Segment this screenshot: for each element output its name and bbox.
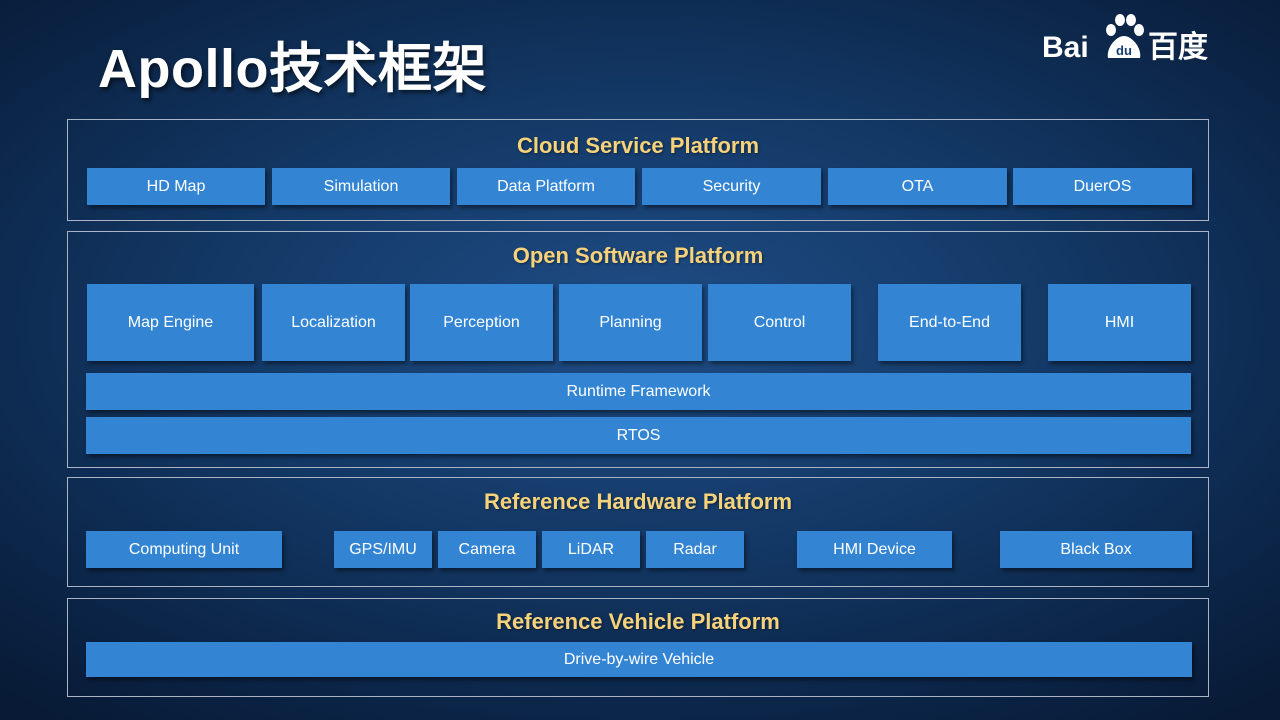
baidu-paw-icon: du <box>1106 14 1144 58</box>
cloud-item-ota: OTA <box>828 168 1007 205</box>
hardware-item-black-box: Black Box <box>1000 531 1192 568</box>
software-module-end-to-end: End-to-End <box>878 284 1021 361</box>
logo-latin-text: Bai <box>1042 31 1089 64</box>
vehicle-layer-title: Reference Vehicle Platform <box>496 609 780 634</box>
rtos-bar: RTOS <box>86 417 1191 454</box>
cloud-item-data-platform: Data Platform <box>457 168 635 205</box>
software-module-hmi: HMI <box>1048 284 1191 361</box>
cloud-item-simulation: Simulation <box>272 168 450 205</box>
cloud-layer-title: Cloud Service Platform <box>516 133 760 158</box>
hardware-item-computing-unit: Computing Unit <box>86 531 282 568</box>
hardware-item-lidar: LiDAR <box>542 531 640 568</box>
baidu-logo: Bai du 百度 <box>1042 14 1212 70</box>
hardware-layer-title: Reference Hardware Platform <box>483 489 793 514</box>
software-layer-title: Open Software Platform <box>512 243 764 268</box>
cloud-item-hd-map: HD Map <box>87 168 265 205</box>
software-module-localization: Localization <box>262 284 405 361</box>
reference-hardware-layer: Reference Hardware Platform Computing Un… <box>67 477 1209 587</box>
cloud-item-security: Security <box>642 168 821 205</box>
hardware-item-radar: Radar <box>646 531 744 568</box>
hardware-item-camera: Camera <box>438 531 536 568</box>
cloud-service-layer: Cloud Service Platform HD Map Simulation… <box>67 119 1209 221</box>
reference-vehicle-layer: Reference Vehicle Platform Drive-by-wire… <box>67 598 1209 697</box>
logo-chinese-text: 百度 <box>1148 31 1208 64</box>
hardware-item-hmi-device: HMI Device <box>797 531 952 568</box>
software-module-planning: Planning <box>559 284 702 361</box>
drive-by-wire-vehicle-bar: Drive-by-wire Vehicle <box>86 642 1192 677</box>
software-module-perception: Perception <box>410 284 553 361</box>
cloud-item-dueros: DuerOS <box>1013 168 1192 205</box>
software-module-map-engine: Map Engine <box>87 284 254 361</box>
logo-paw-text: du <box>1116 43 1132 58</box>
runtime-framework-bar: Runtime Framework <box>86 373 1191 410</box>
open-software-layer: Open Software Platform Map Engine Locali… <box>67 231 1209 468</box>
hardware-item-gps-imu: GPS/IMU <box>334 531 432 568</box>
software-module-control: Control <box>708 284 851 361</box>
slide-title: Apollo技术框架 <box>98 39 487 99</box>
